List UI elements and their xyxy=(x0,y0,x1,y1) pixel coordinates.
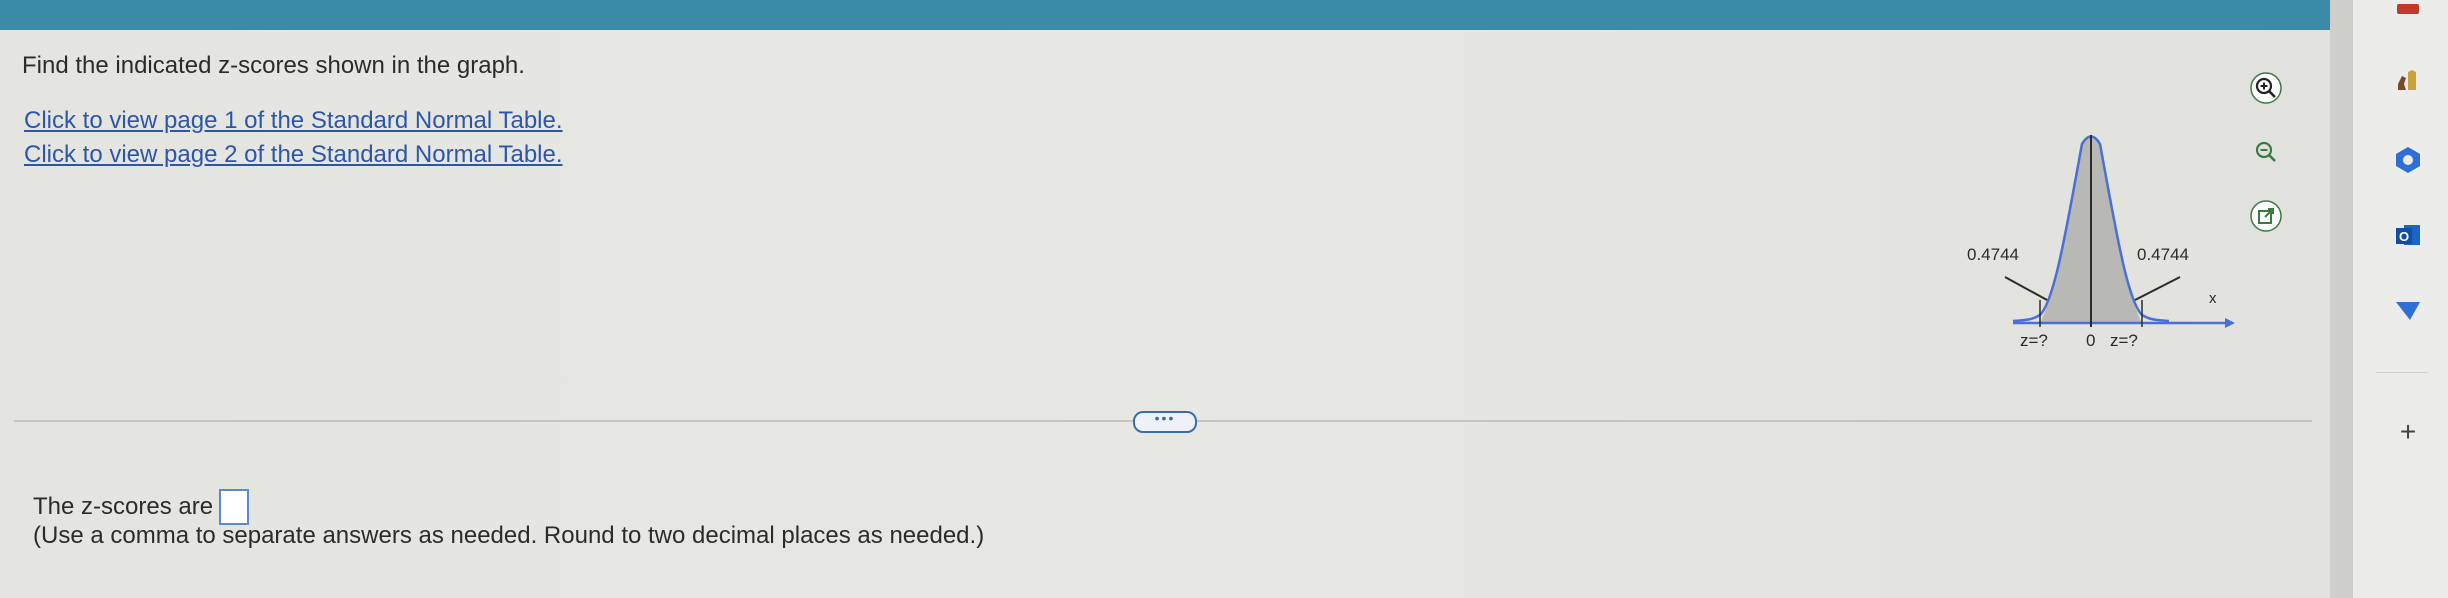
x-axis-label: x xyxy=(2209,290,2217,307)
send-arrow-icon xyxy=(2396,302,2420,320)
collections-icon[interactable] xyxy=(2388,2,2428,16)
copilot-logo-icon xyxy=(2396,147,2420,173)
question-prompt: Find the indicated z-scores shown in the… xyxy=(22,52,525,79)
plus-icon[interactable]: + xyxy=(2388,412,2428,452)
sidebar-separator xyxy=(2376,372,2428,373)
expand-button[interactable]: ••• xyxy=(1133,411,1197,433)
right-area-label: 0.4744 xyxy=(2137,245,2189,264)
answer-line: The z-scores are xyxy=(33,489,250,525)
standard-normal-table-page2-link[interactable]: Click to view page 2 of the Standard Nor… xyxy=(24,141,563,169)
standard-normal-table-page1-link[interactable]: Click to view page 1 of the Standard Nor… xyxy=(24,107,563,135)
zoom-in-icon xyxy=(2250,72,2282,104)
zoom-out-button[interactable] xyxy=(2244,132,2288,172)
left-area-label: 0.4744 xyxy=(1967,245,2019,264)
outlook-logo-icon: O xyxy=(2396,225,2420,245)
expand-label: ••• xyxy=(1154,410,1176,426)
normal-curve-graph: 0.4744 0.4744 x z=? 0 z=? xyxy=(1967,135,2235,350)
svg-text:O: O xyxy=(2399,229,2409,244)
zoom-out-icon xyxy=(2255,141,2276,162)
left-area-pointer xyxy=(2004,276,2048,301)
outlook-icon[interactable]: O xyxy=(2388,215,2428,255)
x-axis-arrow-icon xyxy=(2225,318,2235,328)
chess-piece-icon xyxy=(2398,70,2416,90)
popout-button[interactable] xyxy=(2244,196,2288,236)
right-z-label: z=? xyxy=(2110,331,2138,350)
copilot-icon[interactable] xyxy=(2388,140,2428,180)
right-area-pointer xyxy=(2134,276,2181,301)
answer-hint: (Use a comma to separate answers as need… xyxy=(33,522,985,549)
zoom-in-button[interactable] xyxy=(2244,68,2288,108)
chess-icon[interactable] xyxy=(2388,60,2428,100)
top-header-bar xyxy=(0,0,2345,30)
answer-prefix: The z-scores are xyxy=(33,493,214,520)
send-icon[interactable] xyxy=(2388,290,2428,330)
left-z-label: z=? xyxy=(2020,331,2048,350)
center-label: 0 xyxy=(2086,331,2095,350)
external-link-icon xyxy=(2250,200,2282,232)
right-gutter xyxy=(2330,0,2352,598)
z-scores-answer-input[interactable] xyxy=(219,489,250,525)
